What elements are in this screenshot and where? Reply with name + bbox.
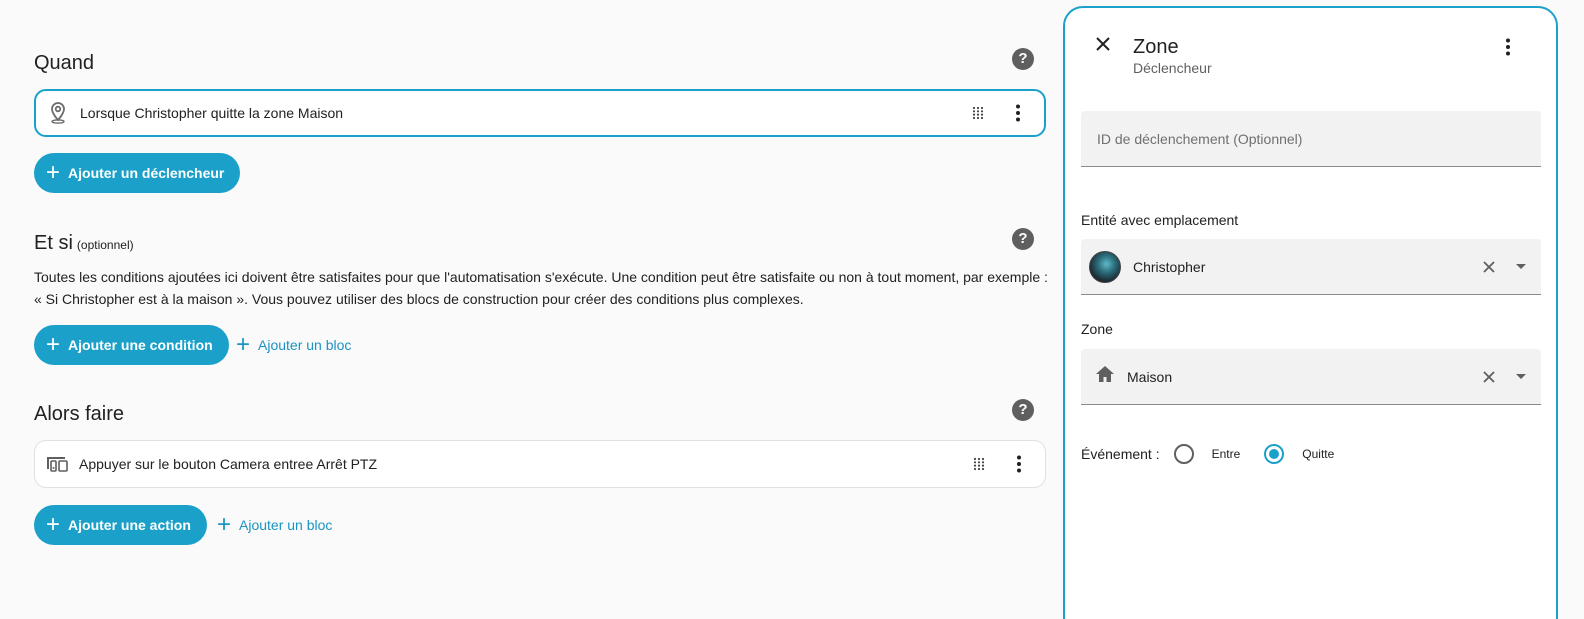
event-label: Événement :	[1081, 446, 1160, 462]
panel-subtitle: Déclencheur	[1133, 60, 1212, 76]
then-section-title: Alors faire	[34, 403, 125, 425]
if-title: Et si	[34, 232, 73, 254]
add-action-block-button[interactable]: + Ajouter un bloc	[217, 505, 332, 545]
entity-value: Christopher	[1133, 258, 1206, 275]
plus-icon: +	[46, 331, 61, 358]
zone-value: Maison	[1127, 368, 1173, 385]
action-more-vert-icon[interactable]	[999, 455, 1039, 473]
add-condition-block-label: Ajouter un bloc	[258, 337, 352, 353]
dropdown-arrow-icon[interactable]	[1507, 263, 1535, 270]
action-label: Appuyer sur le bouton Camera entree Arrê…	[79, 456, 378, 472]
if-description: Toutes les conditions ajoutées ici doive…	[34, 266, 1054, 310]
when-help-icon[interactable]: ?	[1012, 48, 1034, 70]
add-action-button[interactable]: + Ajouter une action	[34, 505, 207, 545]
devices-icon	[35, 455, 79, 473]
trigger-card[interactable]: Lorsque Christopher quitte la zone Maiso…	[34, 89, 1046, 137]
plus-icon: +	[46, 159, 61, 186]
add-trigger-label: Ajouter un déclencheur	[68, 165, 225, 181]
home-icon	[1095, 365, 1115, 388]
radio-leave[interactable]	[1264, 444, 1285, 464]
entity-select[interactable]: Christopher	[1081, 239, 1541, 295]
clear-icon[interactable]	[1471, 260, 1507, 273]
close-icon[interactable]	[1095, 36, 1111, 57]
add-condition-block-button[interactable]: + Ajouter un bloc	[236, 325, 351, 365]
event-radio-group: Événement : Entre Quitte	[1081, 444, 1344, 464]
action-card[interactable]: Appuyer sur le bouton Camera entree Arrê…	[34, 440, 1046, 488]
radio-enter[interactable]	[1173, 444, 1194, 464]
radio-leave-label: Quitte	[1302, 447, 1335, 461]
if-description-line1: Toutes les conditions ajoutées ici doive…	[34, 269, 1048, 285]
if-help-icon[interactable]: ?	[1012, 228, 1034, 250]
zone-select[interactable]: Maison	[1081, 349, 1541, 405]
plus-icon: +	[236, 331, 251, 358]
radio-enter-label: Entre	[1211, 447, 1241, 461]
zone-label: Zone	[1081, 321, 1113, 337]
trigger-detail-panel: Zone Déclencheur ID de déclenchement (Op…	[1063, 6, 1558, 619]
if-section-title: Et si (optionnel)	[34, 232, 134, 255]
avatar	[1089, 250, 1121, 283]
add-action-block-label: Ajouter un bloc	[239, 517, 333, 533]
trigger-label: Lorsque Christopher quitte la zone Maiso…	[80, 105, 344, 121]
entity-label: Entité avec emplacement	[1081, 212, 1239, 228]
if-optional: (optionnel)	[76, 238, 134, 252]
drag-handle-icon[interactable]	[959, 457, 999, 471]
trigger-more-vert-icon[interactable]	[998, 104, 1038, 122]
clear-icon[interactable]	[1471, 370, 1507, 383]
plus-icon: +	[217, 511, 232, 538]
dropdown-arrow-icon[interactable]	[1507, 373, 1535, 380]
add-trigger-button[interactable]: + Ajouter un déclencheur	[34, 153, 241, 193]
drag-handle-icon[interactable]	[958, 106, 998, 120]
add-condition-label: Ajouter une condition	[68, 337, 213, 353]
map-marker-icon	[36, 102, 80, 124]
plus-icon: +	[46, 511, 61, 538]
panel-more-vert-icon[interactable]	[1505, 38, 1511, 61]
trigger-id-input[interactable]: ID de déclenchement (Optionnel)	[1081, 111, 1541, 167]
then-help-icon[interactable]: ?	[1012, 399, 1034, 421]
if-description-line2: « Si Christopher est à la maison ». Vous…	[34, 291, 804, 307]
add-condition-button[interactable]: + Ajouter une condition	[34, 325, 229, 365]
trigger-id-placeholder: ID de déclenchement (Optionnel)	[1097, 130, 1303, 147]
when-section-title: Quand	[34, 52, 95, 74]
automation-editor: Quand ? Lorsque Christopher quitte la zo…	[0, 0, 1062, 619]
add-action-label: Ajouter une action	[68, 517, 191, 533]
panel-title: Zone	[1133, 36, 1179, 58]
